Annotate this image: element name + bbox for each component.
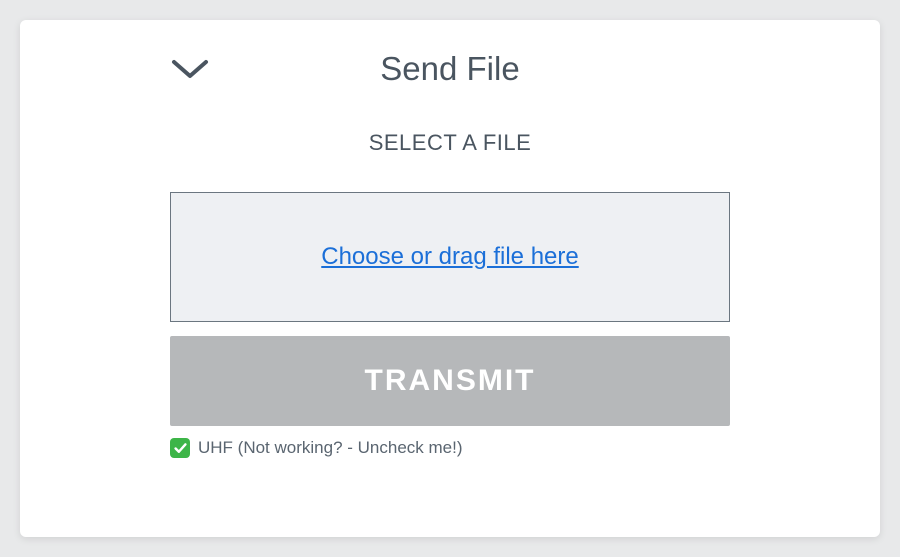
transmit-button[interactable]: TRANSMIT (170, 336, 730, 426)
uhf-checkbox[interactable] (170, 438, 190, 458)
uhf-checkbox-label: UHF (Not working? - Uncheck me!) (198, 438, 463, 458)
send-file-card: Send File SELECT A FILE Choose or drag f… (20, 20, 880, 537)
file-dropzone[interactable]: Choose or drag file here (170, 192, 730, 322)
page-title: Send File (380, 50, 519, 88)
select-file-subtitle: SELECT A FILE (170, 130, 730, 156)
chevron-down-icon[interactable] (170, 58, 210, 87)
header: Send File (170, 50, 730, 88)
dropzone-link-text[interactable]: Choose or drag file here (321, 243, 578, 271)
uhf-option-row: UHF (Not working? - Uncheck me!) (170, 438, 730, 458)
